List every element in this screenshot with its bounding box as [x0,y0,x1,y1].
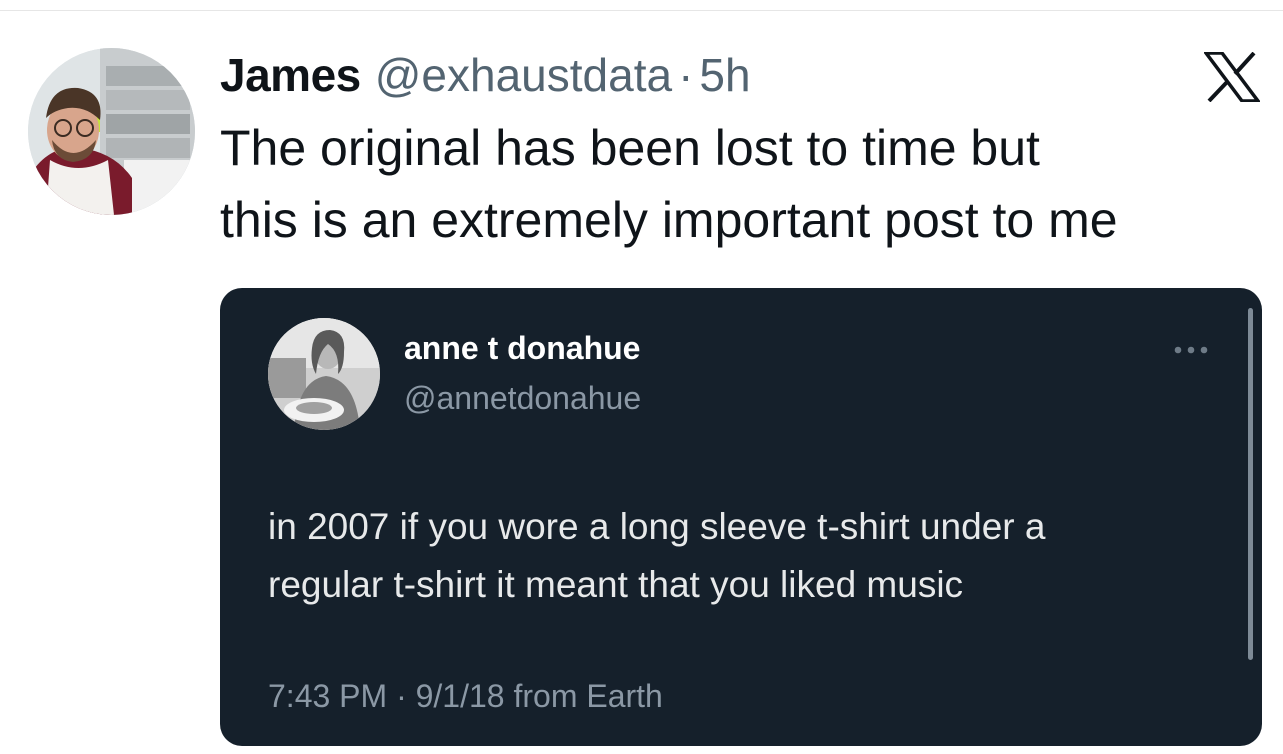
quoted-post-text: in 2007 if you wore a long sleeve t-shir… [268,498,1228,614]
more-options-icon[interactable] [1170,340,1212,360]
post-text: The original has been lost to time but t… [220,112,1270,256]
top-divider [0,10,1283,11]
quoted-post-card[interactable]: anne t donahue @annetdonahue in 2007 if … [220,288,1262,746]
quoted-post-timestamp: 7:43 PM · 9/1/18 from Earth [268,678,663,714]
post-text-line-2: this is an extremely important post to m… [220,192,1118,248]
quoted-author-avatar-image [268,318,380,430]
quoted-author-avatar[interactable] [268,318,380,430]
author-handle[interactable]: @exhaustdata [375,48,672,102]
post-text-line-1: The original has been lost to time but [220,120,1040,176]
author-avatar-image [28,48,195,215]
author-avatar[interactable] [28,48,195,215]
quoted-text-line-1: in 2007 if you wore a long sleeve t-shir… [268,506,1046,547]
quoted-author-handle[interactable]: @annetdonahue [404,380,641,417]
author-name[interactable]: James [220,48,361,102]
x-logo-icon [1202,51,1262,103]
meta-separator: · [678,49,694,101]
scrollbar[interactable] [1248,308,1253,660]
quoted-text-line-2: regular t-shirt it meant that you liked … [268,564,964,605]
post-age[interactable]: 5h [699,48,750,102]
quoted-author-name[interactable]: anne t donahue [404,330,640,367]
post-header: James @exhaustdata · 5h [220,40,751,110]
